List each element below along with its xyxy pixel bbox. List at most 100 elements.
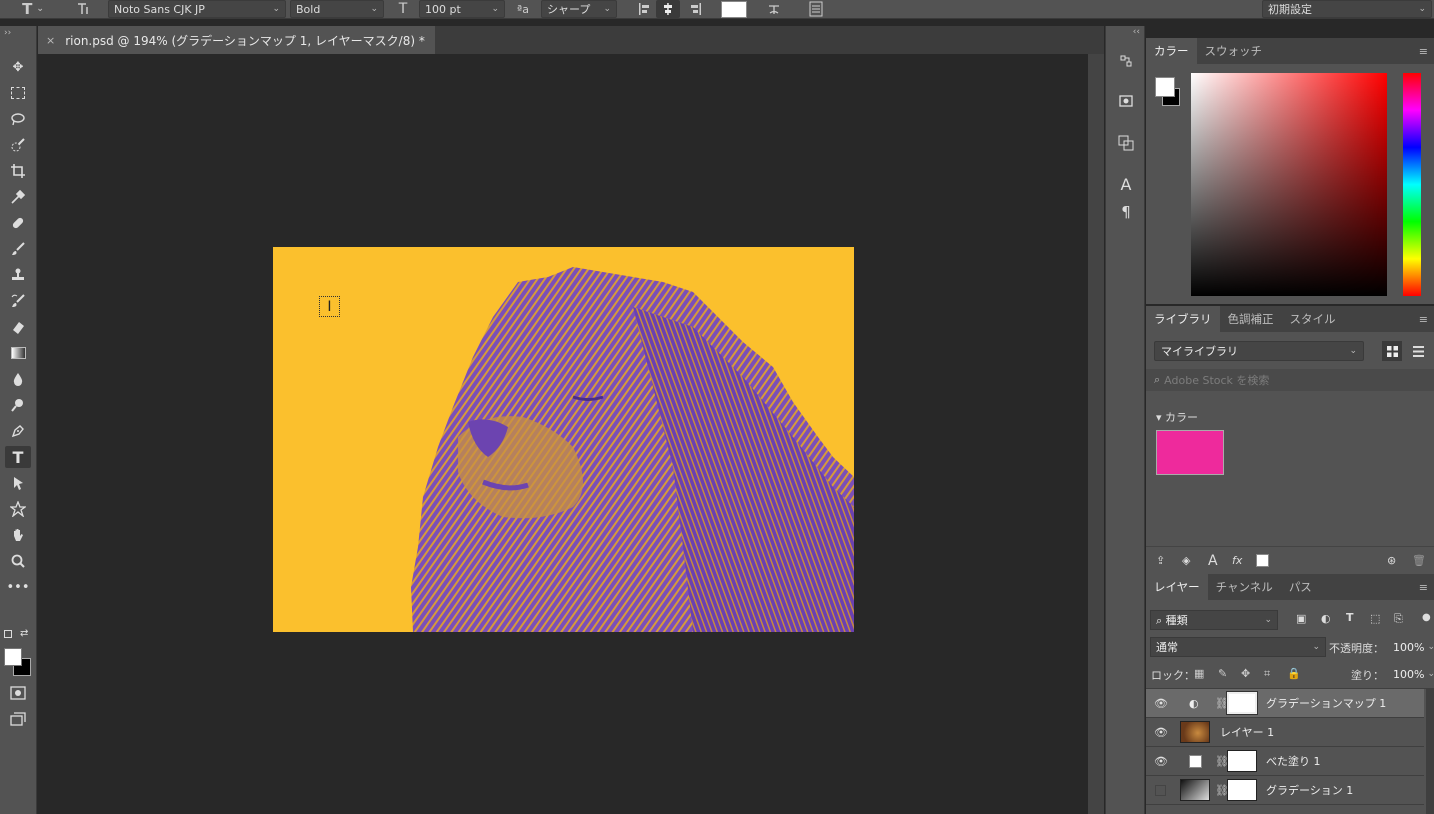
lock-artboard-icon[interactable]: ⌗	[1264, 667, 1270, 681]
move-tool-icon[interactable]: ✥	[5, 56, 31, 78]
vertical-scrollbar[interactable]	[1088, 54, 1104, 814]
tab-swatches[interactable]: スウォッチ	[1197, 38, 1271, 64]
quick-mask-icon[interactable]	[5, 682, 31, 704]
grid-view-icon[interactable]	[1382, 341, 1402, 361]
list-view-icon[interactable]	[1408, 341, 1428, 361]
align-left-icon[interactable]	[634, 0, 654, 18]
foreground-color-chip[interactable]	[1155, 77, 1175, 97]
tab-layers[interactable]: レイヤー	[1146, 574, 1208, 600]
lock-pixels-icon[interactable]: ✎	[1218, 667, 1227, 680]
panel-menu-icon[interactable]: ≡	[1419, 581, 1428, 594]
filter-pixel-icon[interactable]: ▣	[1296, 612, 1306, 625]
default-colors-icon[interactable]	[4, 630, 12, 638]
dodge-tool-icon[interactable]	[5, 394, 31, 416]
trash-icon[interactable]: 🗑	[1412, 554, 1426, 567]
lasso-tool-icon[interactable]	[5, 108, 31, 130]
text-orientation-icon[interactable]	[72, 0, 94, 18]
layer-name[interactable]: グラデーションマップ 1	[1266, 695, 1386, 711]
hand-tool-icon[interactable]	[5, 524, 31, 546]
font-style-select[interactable]: Bold ⌄	[290, 0, 384, 18]
layer-name[interactable]: べた塗り 1	[1266, 753, 1321, 769]
layer-filter-select[interactable]: ⌕ 種類 ⌄	[1150, 610, 1278, 630]
add-style-icon[interactable]: fx	[1232, 554, 1242, 567]
workspace-select[interactable]: 初期設定 ⌄	[1262, 0, 1432, 18]
eyedropper-tool-icon[interactable]	[5, 186, 31, 208]
zoom-tool-icon[interactable]	[5, 550, 31, 572]
tab-channels[interactable]: チャンネル	[1208, 574, 1281, 600]
layer-row[interactable]: 👁 レイヤー 1	[1146, 718, 1424, 747]
custom-shape-tool-icon[interactable]	[5, 498, 31, 520]
pen-tool-icon[interactable]	[5, 420, 31, 442]
creative-cloud-icon[interactable]: ⊛	[1387, 554, 1396, 567]
more-tools-icon[interactable]: •••	[5, 576, 31, 598]
visibility-eye-icon[interactable]: 👁	[1154, 726, 1168, 739]
filter-toggle-icon[interactable]: ●	[1422, 612, 1431, 623]
glyphs-panel-icon[interactable]	[1114, 132, 1138, 154]
layer-name[interactable]: レイヤー 1	[1220, 724, 1274, 740]
quick-selection-tool-icon[interactable]	[5, 134, 31, 156]
character-panel-icon[interactable]	[806, 0, 826, 18]
foreground-color-swatch[interactable]	[4, 648, 22, 666]
font-size-select[interactable]: 100 pt ⌄	[419, 0, 505, 18]
layer-mask-thumbnail[interactable]	[1227, 750, 1257, 772]
add-text-icon[interactable]: A	[1208, 553, 1218, 569]
filter-smart-object-icon[interactable]: ⎘	[1394, 612, 1403, 626]
layers-scrollbar[interactable]	[1426, 688, 1434, 814]
tab-libraries[interactable]: ライブラリ	[1146, 306, 1220, 332]
blur-tool-icon[interactable]	[5, 368, 31, 390]
visibility-toggle-empty[interactable]	[1155, 784, 1166, 796]
paragraph-panel-icon[interactable]: ¶	[1114, 201, 1138, 223]
collapse-strip-icon[interactable]: ‹‹	[1133, 27, 1140, 37]
upload-icon[interactable]: ⇪	[1156, 554, 1165, 567]
crop-tool-icon[interactable]	[5, 160, 31, 182]
history-brush-tool-icon[interactable]	[5, 290, 31, 312]
antialias-select[interactable]: シャープ ⌄	[541, 0, 617, 18]
marquee-tool-icon[interactable]	[5, 82, 31, 104]
layer-name[interactable]: グラデーション 1	[1266, 782, 1353, 798]
layer-mask-thumbnail[interactable]	[1226, 691, 1258, 715]
panel-menu-icon[interactable]: ≡	[1419, 45, 1428, 58]
panel-menu-icon[interactable]: ≡	[1419, 313, 1428, 326]
gradient-fill-thumbnail[interactable]	[1180, 779, 1210, 801]
layer-row[interactable]: ⛓ グラデーション 1	[1146, 776, 1424, 805]
fill-input[interactable]: 100% ⌄	[1393, 664, 1434, 684]
align-right-icon[interactable]	[686, 0, 706, 18]
character-panel-icon[interactable]: A	[1114, 173, 1138, 195]
layer-row[interactable]: 👁 ⛓ べた塗り 1	[1146, 747, 1424, 776]
library-select[interactable]: マイライブラリ ⌄	[1154, 341, 1364, 361]
tab-styles[interactable]: スタイル	[1282, 306, 1344, 332]
swap-colors-icon[interactable]: ⇄	[20, 628, 28, 639]
tab-adjustments[interactable]: 色調補正	[1220, 306, 1282, 332]
filter-shape-icon[interactable]: ⬚	[1370, 612, 1380, 625]
brush-tool-icon[interactable]	[5, 238, 31, 260]
document-tab[interactable]: × rion.psd @ 194% (グラデーションマップ 1, レイヤーマスク…	[38, 26, 435, 54]
gradient-tool-icon[interactable]	[5, 342, 31, 364]
history-panel-icon[interactable]	[1114, 50, 1138, 72]
add-graphic-icon[interactable]: ◈	[1182, 554, 1190, 567]
font-family-select[interactable]: Noto Sans CJK JP ⌄	[108, 0, 286, 18]
visibility-eye-icon[interactable]: 👁	[1154, 755, 1168, 768]
path-selection-tool-icon[interactable]	[5, 472, 31, 494]
document-canvas[interactable]	[273, 247, 854, 632]
library-color-swatch[interactable]	[1156, 430, 1224, 475]
stock-search-input[interactable]: ⌕ Adobe Stock を検索	[1146, 369, 1434, 391]
filter-adjustment-icon[interactable]: ◐	[1321, 612, 1331, 625]
filter-type-icon[interactable]: T	[1346, 611, 1354, 624]
hue-slider[interactable]	[1403, 73, 1421, 296]
layer-mask-thumbnail[interactable]	[1227, 779, 1257, 801]
visibility-eye-icon[interactable]: 👁	[1154, 697, 1168, 710]
blend-mode-select[interactable]: 通常 ⌄	[1150, 637, 1326, 657]
clone-stamp-tool-icon[interactable]	[5, 264, 31, 286]
collapse-toolbar-icon[interactable]: ››	[4, 28, 11, 38]
color-spectrum-field[interactable]	[1191, 73, 1387, 296]
warp-text-icon[interactable]	[764, 0, 784, 18]
healing-brush-tool-icon[interactable]	[5, 212, 31, 234]
opacity-input[interactable]: 100% ⌄	[1393, 637, 1434, 657]
tab-color[interactable]: カラー	[1146, 38, 1197, 64]
library-section-header[interactable]: ▾ カラー	[1156, 409, 1198, 425]
screen-mode-icon[interactable]	[5, 708, 31, 730]
tab-paths[interactable]: パス	[1281, 574, 1320, 600]
align-center-icon[interactable]	[656, 0, 680, 18]
lock-position-icon[interactable]: ✥	[1241, 667, 1250, 680]
add-color-icon[interactable]	[1256, 554, 1269, 567]
